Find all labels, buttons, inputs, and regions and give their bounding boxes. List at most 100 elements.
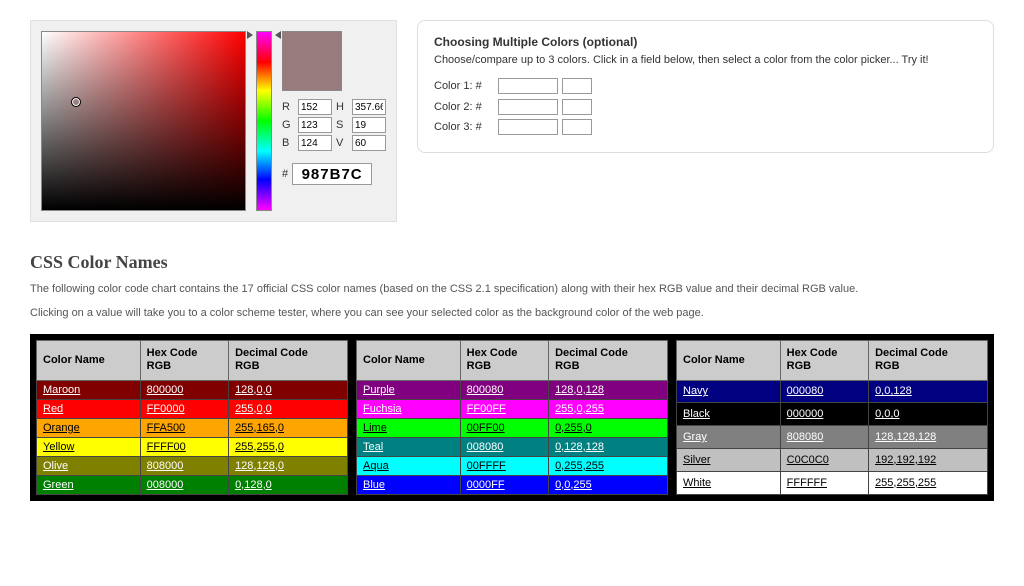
color-hex-link[interactable]: 008080: [467, 441, 504, 453]
color-row: Green 008000 0,128,0: [37, 475, 348, 494]
th-hex-code: Hex CodeRGB: [460, 341, 548, 380]
sv-cursor[interactable]: [71, 97, 81, 107]
color-dec-link[interactable]: 0,128,128: [555, 441, 604, 453]
color-dec-link[interactable]: 255,255,0: [235, 441, 284, 453]
color-row: Fuchsia FF00FF 255,0,255: [357, 399, 668, 418]
color-dec-link[interactable]: 255,0,255: [555, 403, 604, 415]
color-name-link[interactable]: Black: [683, 408, 710, 420]
color-name-link[interactable]: Navy: [683, 385, 708, 397]
color-hex-link[interactable]: 000080: [787, 385, 824, 397]
label-v: V: [336, 137, 348, 149]
color-dec-link[interactable]: 0,0,255: [555, 479, 592, 491]
saturation-value-canvas[interactable]: [41, 31, 246, 211]
color-dec-link[interactable]: 0,0,0: [875, 408, 899, 420]
color-name-link[interactable]: Purple: [363, 384, 395, 396]
color-compare-input-2[interactable]: [498, 99, 558, 115]
input-h[interactable]: [352, 99, 386, 115]
color-name-link[interactable]: Yellow: [43, 441, 74, 453]
input-v[interactable]: [352, 135, 386, 151]
input-g[interactable]: [298, 117, 332, 133]
th-color-name: Color Name: [677, 341, 781, 380]
input-hex[interactable]: [292, 163, 372, 185]
hue-bar[interactable]: [256, 31, 272, 211]
color-name-link[interactable]: Green: [43, 479, 74, 491]
color-compare-label: Color 1: #: [434, 78, 494, 95]
th-hex-code: Hex CodeRGB: [140, 341, 228, 380]
th-color-name: Color Name: [357, 341, 461, 380]
current-color-swatch: [282, 31, 342, 91]
color-name-link[interactable]: Aqua: [363, 460, 389, 472]
th-dec-code: Decimal CodeRGB: [549, 341, 668, 380]
color-row: Silver C0C0C0 192,192,192: [677, 448, 988, 471]
input-s[interactable]: [352, 117, 386, 133]
th-dec-code: Decimal CodeRGB: [869, 341, 988, 380]
input-r[interactable]: [298, 99, 332, 115]
color-hex-link[interactable]: 808000: [147, 460, 184, 472]
color-name-table: Color NameHex CodeRGBDecimal CodeRGBNavy…: [676, 340, 988, 494]
section-desc-2: Clicking on a value will take you to a c…: [30, 305, 994, 323]
section-heading: CSS Color Names: [30, 252, 994, 273]
color-compare-input-1[interactable]: [498, 78, 558, 94]
color-name-link[interactable]: Silver: [683, 454, 711, 466]
label-h: H: [336, 101, 348, 113]
color-dec-link[interactable]: 0,255,0: [555, 422, 592, 434]
color-hex-link[interactable]: C0C0C0: [787, 454, 829, 466]
color-row: Navy 000080 0,0,128: [677, 380, 988, 403]
color-row: Orange FFA500 255,165,0: [37, 418, 348, 437]
color-dec-link[interactable]: 255,165,0: [235, 422, 284, 434]
color-compare-row: Color 1: #: [434, 78, 977, 95]
hue-slider-handle[interactable]: [253, 31, 275, 37]
color-hex-link[interactable]: 00FF00: [467, 422, 505, 434]
color-dec-link[interactable]: 128,128,128: [875, 431, 936, 443]
color-hex-link[interactable]: 000000: [787, 408, 824, 420]
color-row: Lime 00FF00 0,255,0: [357, 418, 668, 437]
color-row: Aqua 00FFFF 0,255,255: [357, 456, 668, 475]
multi-title: Choosing Multiple Colors (optional): [434, 35, 637, 49]
color-hex-link[interactable]: 0000FF: [467, 479, 505, 491]
color-hex-link[interactable]: FFFF00: [147, 441, 186, 453]
color-dec-link[interactable]: 192,192,192: [875, 454, 936, 466]
label-g: G: [282, 119, 294, 131]
color-name-link[interactable]: Gray: [683, 431, 707, 443]
color-name-link[interactable]: White: [683, 477, 711, 489]
color-name-table: Color NameHex CodeRGBDecimal CodeRGB Purp…: [356, 340, 668, 494]
color-name-link[interactable]: Olive: [43, 460, 68, 472]
color-dec-link[interactable]: 128,0,128: [555, 384, 604, 396]
color-dec-link[interactable]: 128,128,0: [235, 460, 284, 472]
color-name-link[interactable]: Orange: [43, 422, 80, 434]
color-dec-link[interactable]: 255,255,255: [875, 477, 936, 489]
color-compare-swatch-1: [562, 78, 592, 94]
color-compare-label: Color 3: #: [434, 119, 494, 136]
color-name-link[interactable]: Teal: [363, 441, 383, 453]
color-hex-link[interactable]: 800000: [147, 384, 184, 396]
color-picker-panel: R H G S B V #: [30, 20, 397, 222]
color-name-link[interactable]: Lime: [363, 422, 387, 434]
color-dec-link[interactable]: 128,0,0: [235, 384, 272, 396]
input-b[interactable]: [298, 135, 332, 151]
color-hex-link[interactable]: 00FFFF: [467, 460, 506, 472]
color-row: Olive 808000 128,128,0: [37, 456, 348, 475]
color-hex-link[interactable]: 808080: [787, 431, 824, 443]
color-hex-link[interactable]: 800080: [467, 384, 504, 396]
color-dec-link[interactable]: 0,255,255: [555, 460, 604, 472]
color-hex-link[interactable]: FF0000: [147, 403, 185, 415]
color-hex-link[interactable]: FF00FF: [467, 403, 506, 415]
color-name-link[interactable]: Maroon: [43, 384, 80, 396]
color-hex-link[interactable]: FFA500: [147, 422, 186, 434]
color-row: Black 000000 0,0,0: [677, 403, 988, 426]
color-name-table: Color NameHex CodeRGBDecimal CodeRGBMaro…: [36, 340, 348, 494]
color-name-link[interactable]: Red: [43, 403, 63, 415]
th-color-name: Color Name: [37, 341, 141, 380]
label-hash: #: [282, 168, 288, 180]
color-compare-input-3[interactable]: [498, 119, 558, 135]
color-hex-link[interactable]: 008000: [147, 479, 184, 491]
color-name-link[interactable]: Blue: [363, 479, 385, 491]
color-dec-link[interactable]: 0,128,0: [235, 479, 272, 491]
multi-desc: Choose/compare up to 3 colors. Click in …: [434, 54, 929, 66]
color-row: Maroon 800000 128,0,0: [37, 380, 348, 399]
color-dec-link[interactable]: 255,0,0: [235, 403, 272, 415]
color-name-link[interactable]: Fuchsia: [363, 403, 402, 415]
color-hex-link[interactable]: FFFFFF: [787, 477, 827, 489]
label-s: S: [336, 119, 348, 131]
color-dec-link[interactable]: 0,0,128: [875, 385, 912, 397]
